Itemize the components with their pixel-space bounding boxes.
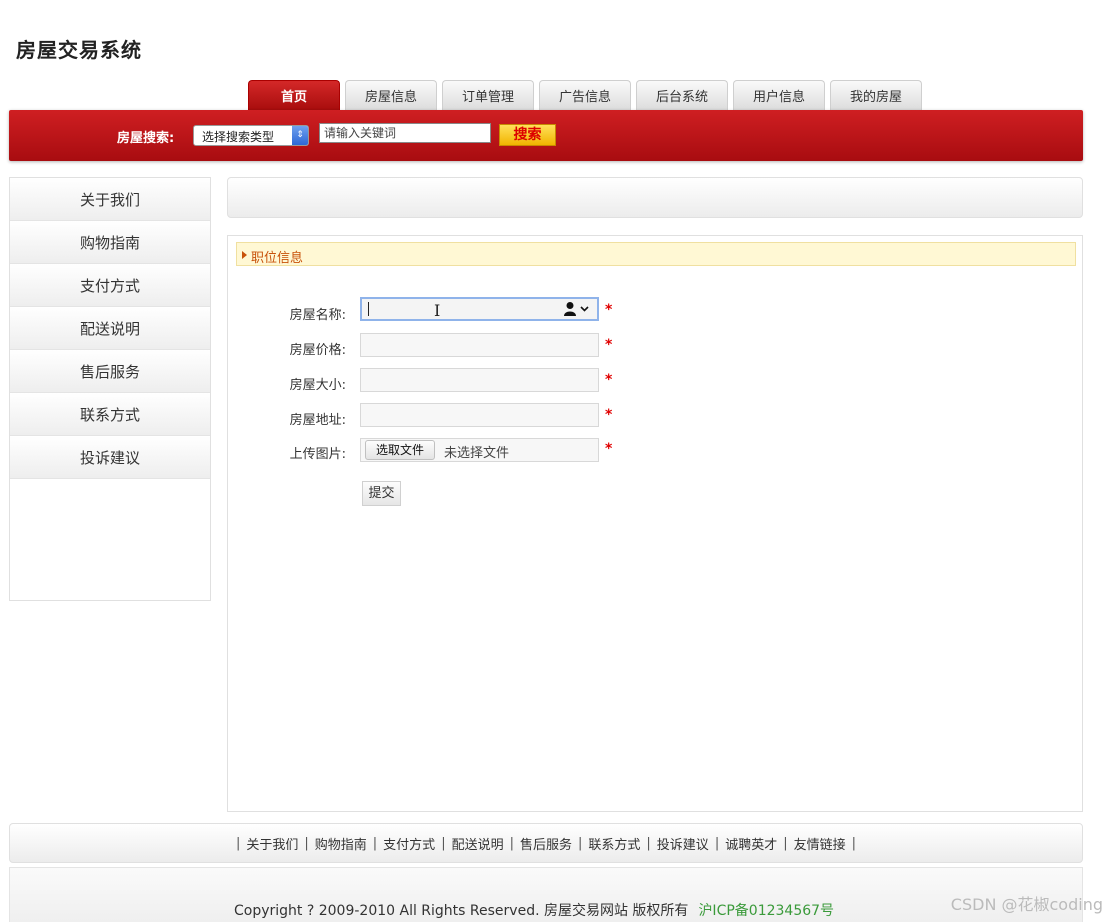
sidebar-item-payment[interactable]: 支付方式 xyxy=(10,264,210,307)
house-address-input[interactable] xyxy=(360,403,599,427)
updown-arrows-icon: ⇕ xyxy=(292,126,308,145)
footer-separator: | xyxy=(304,835,309,851)
sidebar-item-contact[interactable]: 联系方式 xyxy=(10,393,210,436)
footer-separator: | xyxy=(372,835,378,851)
footer-separator: | xyxy=(235,835,241,851)
footer-link-about-us[interactable]: 关于我们 xyxy=(246,834,298,853)
required-mark: * xyxy=(605,441,613,457)
sidebar-item-complaints[interactable]: 投诉建议 xyxy=(10,436,210,479)
file-upload-field: 选取文件 未选择文件 xyxy=(360,438,599,462)
house-price-label: 房屋价格: xyxy=(289,343,346,358)
footer-separator: | xyxy=(714,835,720,851)
tab-admin-system[interactable]: 后台系统 xyxy=(636,80,728,110)
footer-link-delivery[interactable]: 配送说明 xyxy=(452,834,504,853)
required-mark: * xyxy=(605,302,613,318)
search-type-value: 选择搜索类型 xyxy=(202,130,275,144)
footer-links: | 关于我们 | 购物指南 | 支付方式 | 配送说明 | 售后服务 | 联系方… xyxy=(9,823,1083,863)
search-bar: 房屋搜索: 选择搜索类型 ⇕ 搜索 xyxy=(9,110,1083,161)
footer-link-complaints[interactable]: 投诉建议 xyxy=(657,834,709,853)
search-type-select[interactable]: 选择搜索类型 ⇕ xyxy=(193,125,309,146)
tab-user-info[interactable]: 用户信息 xyxy=(733,80,825,110)
copyright-text: Copyright ? 2009-2010 All Rights Reserve… xyxy=(234,903,689,919)
search-input[interactable] xyxy=(319,123,491,143)
footer-link-payment[interactable]: 支付方式 xyxy=(383,834,435,853)
person-icon[interactable] xyxy=(563,301,591,317)
footer-link-friend-links[interactable]: 友情链接 xyxy=(794,834,846,853)
sidebar-item-about-us[interactable]: 关于我们 xyxy=(10,178,210,221)
tab-my-house[interactable]: 我的房屋 xyxy=(830,80,922,110)
sidebar-item-after-sales[interactable]: 售后服务 xyxy=(10,350,210,393)
tab-order-management[interactable]: 订单管理 xyxy=(442,80,534,110)
main-nav-tabs: 首页 房屋信息 订单管理 广告信息 后台系统 用户信息 我的房屋 xyxy=(248,80,927,110)
required-mark: * xyxy=(605,407,613,423)
text-caret xyxy=(368,302,369,316)
house-name-input[interactable]: I xyxy=(360,297,599,321)
search-label: 房屋搜索: xyxy=(117,131,175,146)
copyright-line: Copyright ? 2009-2010 All Rights Reserve… xyxy=(234,900,834,920)
main-panel: 职位信息 房屋名称: I * 房屋价格: * 房屋大小: * 房屋地址: * 上… xyxy=(227,235,1083,812)
footer-link-careers[interactable]: 诚聘英才 xyxy=(725,834,777,853)
search-button[interactable]: 搜索 xyxy=(499,124,556,146)
house-address-label: 房屋地址: xyxy=(289,413,346,428)
upload-image-label: 上传图片: xyxy=(289,447,346,462)
file-status-text: 未选择文件 xyxy=(444,446,510,461)
text-cursor-icon: I xyxy=(434,301,441,320)
sidebar-item-shopping-guide[interactable]: 购物指南 xyxy=(10,221,210,264)
footer-link-after-sales[interactable]: 售后服务 xyxy=(520,834,572,853)
watermark: CSDN @花椒coding xyxy=(950,895,1103,914)
footer-separator: | xyxy=(578,835,583,851)
house-size-input[interactable] xyxy=(360,368,599,392)
tab-home[interactable]: 首页 xyxy=(248,80,340,110)
footer-link-shopping-guide[interactable]: 购物指南 xyxy=(315,834,367,853)
footer-separator: | xyxy=(509,835,514,851)
triangle-right-icon xyxy=(242,251,247,259)
footer-separator: | xyxy=(851,835,857,851)
required-mark: * xyxy=(605,337,613,353)
content-header-bar xyxy=(227,177,1083,218)
house-price-input[interactable] xyxy=(360,333,599,357)
tab-house-info[interactable]: 房屋信息 xyxy=(345,80,437,110)
copyright-box: Copyright ? 2009-2010 All Rights Reserve… xyxy=(9,867,1083,922)
tab-ad-info[interactable]: 广告信息 xyxy=(539,80,631,110)
sidebar: 关于我们 购物指南 支付方式 配送说明 售后服务 联系方式 投诉建议 xyxy=(9,177,211,601)
icp-link[interactable]: 沪ICP备01234567号 xyxy=(698,903,834,919)
site-title: 房屋交易系统 xyxy=(16,38,142,62)
required-mark: * xyxy=(605,372,613,388)
submit-button[interactable]: 提交 xyxy=(362,481,401,506)
house-name-label: 房屋名称: xyxy=(289,308,346,323)
house-size-label: 房屋大小: xyxy=(289,378,346,393)
choose-file-button[interactable]: 选取文件 xyxy=(365,440,435,460)
section-title: 职位信息 xyxy=(251,251,304,266)
footer-separator: | xyxy=(441,835,446,851)
footer-separator: | xyxy=(783,835,788,851)
footer-separator: | xyxy=(646,835,651,851)
sidebar-item-delivery[interactable]: 配送说明 xyxy=(10,307,210,350)
section-title-bar: 职位信息 xyxy=(236,242,1076,266)
footer-link-contact[interactable]: 联系方式 xyxy=(588,834,640,853)
